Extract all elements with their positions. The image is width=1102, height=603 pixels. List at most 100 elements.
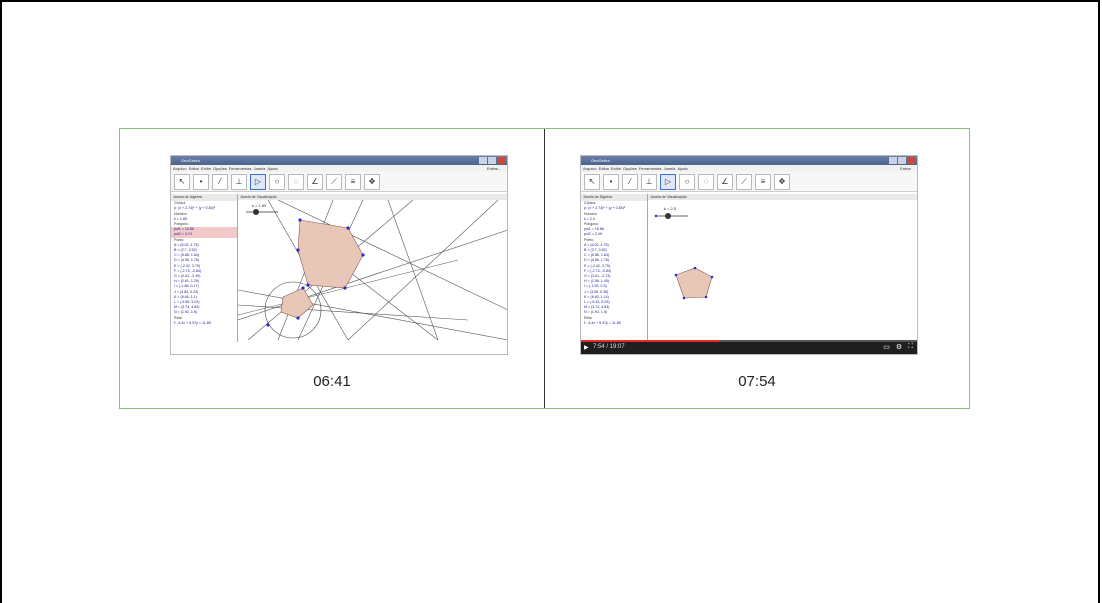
- ellipse-tool-icon[interactable]: ◌: [288, 173, 304, 190]
- slider-tool-icon[interactable]: ≡: [345, 173, 361, 190]
- table-cell-right: GeoGebra Arquivo Editar Exibir Opções Ferram…: [545, 129, 969, 408]
- angle-tool-icon[interactable]: ∠: [307, 173, 323, 190]
- menu-item[interactable]: Arquivo: [173, 166, 187, 171]
- sign-in-link[interactable]: Entrar...: [487, 165, 501, 172]
- menu-item[interactable]: Exibir: [611, 166, 621, 171]
- perpendicular-tool-icon[interactable]: ⊥: [231, 173, 247, 190]
- move-tool-icon[interactable]: ↖: [584, 173, 600, 190]
- point[interactable]: [298, 218, 302, 222]
- move-view-tool-icon[interactable]: ✥: [364, 173, 380, 190]
- algebra-header: Janela de Álgebra: [171, 194, 237, 202]
- menu-item[interactable]: Exibir: [201, 166, 211, 171]
- menu-item[interactable]: Editar: [189, 166, 199, 171]
- slider-label: k = 1.85: [252, 203, 267, 208]
- move-tool-icon[interactable]: ↖: [174, 173, 190, 190]
- close-icon: [497, 157, 505, 164]
- point[interactable]: [296, 316, 300, 320]
- menu-item[interactable]: Ajuda: [677, 166, 687, 171]
- close-icon: [907, 157, 915, 164]
- point[interactable]: [266, 323, 270, 327]
- slider-handle[interactable]: [665, 213, 671, 219]
- timestamp-label: 06:41: [313, 373, 351, 390]
- menu-item[interactable]: Arquivo: [583, 166, 597, 171]
- algebra-view: Janela de Álgebra Cônica p: (x + 2.74)² …: [581, 194, 648, 342]
- menu-bar: Arquivo Editar Exibir Opções Ferramentas Jane…: [581, 165, 917, 172]
- minimize-icon: [889, 157, 897, 164]
- tool-bar: ↖ • ⁄ ⊥ ▷ ○ ◌ ∠ ⟋ ≡ ✥: [171, 172, 507, 192]
- menu-item[interactable]: Janela: [664, 166, 676, 171]
- menu-item[interactable]: Ferramentas: [229, 166, 252, 171]
- menu-bar: Arquivo Editar Exibir Opções Ferramentas Jane…: [171, 165, 507, 172]
- angle-tool-icon[interactable]: ∠: [717, 173, 733, 190]
- tool-bar: ↖ • ⁄ ⊥ ▷ ○ ◌ ∠ ⟋ ≡ ✥: [581, 172, 917, 192]
- window-titlebar: GeoGebra: [581, 156, 917, 165]
- screenshot-thumbnail-left[interactable]: GeoGebra Arquivo Editar Exibir Opções Ferram…: [170, 155, 508, 355]
- settings-gear-icon[interactable]: ⚙: [896, 343, 902, 351]
- polygon-pol1[interactable]: [675, 267, 713, 299]
- move-view-tool-icon[interactable]: ✥: [774, 173, 790, 190]
- reflect-tool-icon[interactable]: ⟋: [736, 173, 752, 190]
- circle-tool-icon[interactable]: ○: [679, 173, 695, 190]
- algebra-view: Janela de Álgebra Cônica p: (x + 2.74)² …: [171, 194, 238, 342]
- point[interactable]: [693, 266, 697, 270]
- point[interactable]: [682, 296, 686, 300]
- point-tool-icon[interactable]: •: [603, 173, 619, 190]
- point[interactable]: [674, 273, 678, 277]
- ellipse-tool-icon[interactable]: ◌: [698, 173, 714, 190]
- point[interactable]: [704, 295, 708, 299]
- window-controls: [889, 157, 915, 164]
- point[interactable]: [306, 283, 310, 287]
- point-tool-icon[interactable]: •: [193, 173, 209, 190]
- point[interactable]: [710, 275, 714, 279]
- polygon-pol2[interactable]: [280, 287, 314, 319]
- menu-item[interactable]: Opções: [213, 166, 227, 171]
- circle-tool-icon[interactable]: ○: [269, 173, 285, 190]
- algebra-item[interactable]: f: -4.4x + 5.37y = 11.85: [581, 321, 647, 326]
- app-title: GeoGebra: [591, 158, 610, 163]
- slider-label: k = 2.5: [664, 206, 677, 211]
- play-icon[interactable]: ▶: [584, 344, 589, 351]
- construction-canvas: k = 2.5: [654, 206, 714, 300]
- reflect-tool-icon[interactable]: ⟋: [326, 173, 342, 190]
- app-title: GeoGebra: [181, 158, 200, 163]
- window-controls: [479, 157, 505, 164]
- captions-icon[interactable]: ▭: [883, 343, 890, 351]
- menu-item[interactable]: Ajuda: [267, 166, 277, 171]
- player-time: 7:54 / 19:07: [593, 344, 625, 350]
- comparison-table: GeoGebra Arquivo Editar Exibir Opções Ferram…: [119, 128, 970, 409]
- point[interactable]: [346, 226, 350, 230]
- line-tool-icon[interactable]: ⁄: [212, 173, 228, 190]
- window-titlebar: GeoGebra: [171, 156, 507, 165]
- algebra-item[interactable]: f: -4.4x + 5.37y = 11.85: [171, 321, 237, 326]
- screenshot-thumbnail-right[interactable]: GeoGebra Arquivo Editar Exibir Opções Ferram…: [580, 155, 918, 355]
- slider-handle[interactable]: [253, 209, 259, 215]
- construction-canvas: k = 1.85: [237, 199, 507, 341]
- menu-item[interactable]: Ferramentas: [639, 166, 662, 171]
- table-cell-left: GeoGebra Arquivo Editar Exibir Opções Ferram…: [120, 129, 544, 408]
- video-player-bar: ▶ 7:54 / 19:07 ▭ ⚙ ⛶: [581, 340, 917, 354]
- player-controls: ▭ ⚙ ⛶: [883, 343, 913, 351]
- polygon-tool-icon[interactable]: ▷: [660, 173, 676, 190]
- menu-item[interactable]: Janela: [254, 166, 266, 171]
- point[interactable]: [361, 253, 365, 257]
- slider-tool-icon[interactable]: ≡: [755, 173, 771, 190]
- algebra-header: Janela de Álgebra: [581, 194, 647, 202]
- graphics-view[interactable]: Janela de Visualização k = 2.5: [648, 194, 917, 342]
- graphics-view[interactable]: Janela de Visualização k = 1.85: [237, 194, 507, 342]
- polygon-pol1[interactable]: [297, 219, 364, 289]
- maximize-icon: [898, 157, 906, 164]
- timestamp-label: 07:54: [738, 373, 776, 390]
- sign-in-link[interactable]: Entrar: [900, 165, 911, 172]
- menu-item[interactable]: Opções: [623, 166, 637, 171]
- point[interactable]: [343, 286, 347, 290]
- minimize-icon: [479, 157, 487, 164]
- perpendicular-tool-icon[interactable]: ⊥: [641, 173, 657, 190]
- menu-item[interactable]: Editar: [599, 166, 609, 171]
- point[interactable]: [654, 214, 658, 218]
- point[interactable]: [296, 248, 300, 252]
- maximize-icon: [488, 157, 496, 164]
- fullscreen-icon[interactable]: ⛶: [908, 343, 913, 351]
- polygon-tool-icon[interactable]: ▷: [250, 173, 266, 190]
- line-tool-icon[interactable]: ⁄: [622, 173, 638, 190]
- point[interactable]: [301, 286, 305, 290]
